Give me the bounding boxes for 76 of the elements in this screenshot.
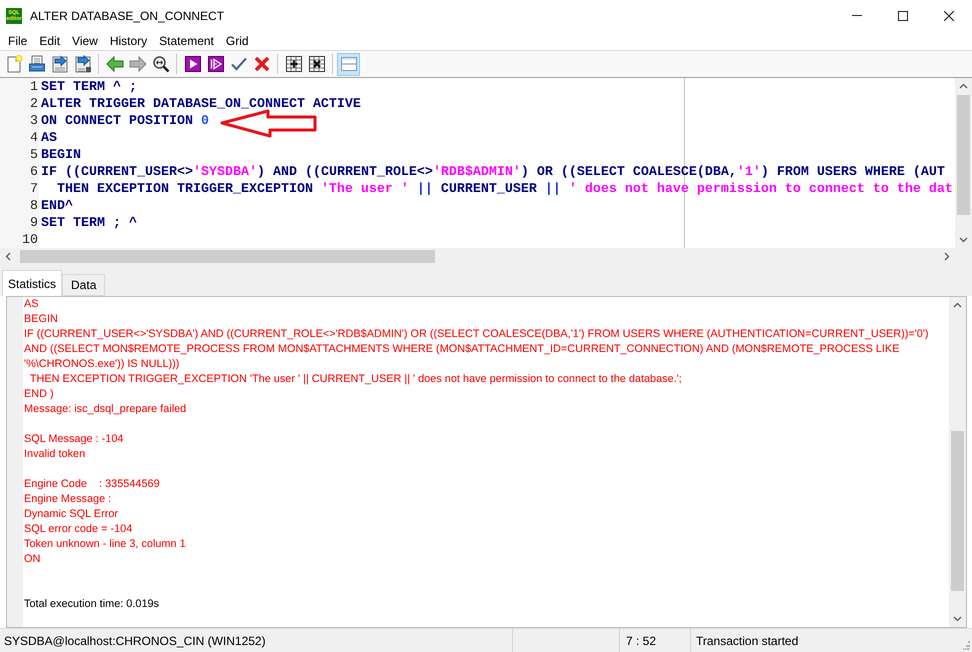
resize-grip-icon[interactable] [960,640,970,650]
menu-item[interactable]: Edit [33,31,66,50]
line-number: 2 [29,96,39,113]
scrollbar[interactable] [955,78,972,248]
scroll-down-icon[interactable] [953,614,962,623]
tab[interactable]: Data [62,274,106,296]
code-line: END^ [41,198,73,215]
cross-icon [252,55,270,73]
log-line: Total execution time: 0.019s [24,597,159,612]
menu-item[interactable]: History [104,31,154,50]
code-line: AS [41,130,57,147]
log-line: Engine Code : 335544569 [24,477,160,492]
scroll-up-icon[interactable] [953,301,962,310]
window-title: ALTER DATABASE_ON_CONNECT [30,8,224,22]
menu-item[interactable]: Grid [220,31,255,50]
right-arrow-icon [128,55,146,73]
checkmark-icon [230,55,248,73]
scrollbar-thumb[interactable] [957,95,970,215]
code-line: ALTER TRIGGER DATABASE_ON_CONNECT ACTIVE [41,96,361,113]
menu-item[interactable]: View [66,31,104,50]
line-number: 1 [29,79,39,96]
scroll-up-icon[interactable] [959,82,968,91]
line-number: 3 [29,113,39,130]
line-number: 5 [29,147,39,164]
log-line: AS [24,297,39,312]
line-number: 4 [29,130,39,147]
log-line: BEGIN [24,312,58,327]
grid-plus-icon [284,55,302,73]
log-line: '%\CHRONOS.exe')) IS NULL))) [24,357,180,372]
log-line: Engine Message : [24,492,112,507]
log-line: THEN EXCEPTION TRIGGER_EXCEPTION 'The user ' || CURRENT_USER || ' does not have permission to connect to the database.'; [28,372,682,387]
log-line: Message: isc_dsql_prepare failed [24,402,186,417]
scroll-down-icon[interactable] [959,235,968,244]
log-line: SQL Message : -104 [24,432,124,447]
play-step-icon [206,55,224,73]
code-line: SET TERM ^ ; [41,79,137,96]
log-line: AND ((SELECT MON$REMOTE_PROCESS FROM MON$ATTACHMENTS WHERE (MON$ATTACHMENT_ID=CURRENT_CONNECTION) AND (MON$REMOTE_PROCESS LIKE [24,342,900,357]
scroll-left-icon[interactable] [4,252,13,261]
scrollbar-thumb[interactable] [951,431,964,591]
menu-item[interactable]: Statement [153,31,220,50]
code-line: SET TERM ; ^ [41,215,137,232]
minimize-icon [852,15,862,16]
log-line: Invalid token [24,447,86,462]
log-line: ON [24,552,40,567]
code-line: IF ((CURRENT_USER<>'SYSDBA') AND ((CURRENT_ROLE<>'RDB$ADMIN') OR ((SELECT COALESCE(DBA,'1') FROM USERS WHERE (AUT [41,164,945,181]
play-icon [184,55,202,73]
scrollbar[interactable] [949,297,966,627]
line-number: 8 [29,198,39,215]
status-cursor-position: 7 : 52 [620,629,691,652]
code-editor[interactable] [0,77,972,265]
close-icon [944,10,954,20]
line-number: 9 [29,215,39,232]
log-line: Token unknown - line 3, column 1 [24,537,186,552]
status-connection: SYSDBA@localhost:CHRONOS_CIN (WIN1252) [0,629,513,652]
grid-cross-icon [308,55,326,73]
line-number: 6 [29,164,39,181]
code-line: BEGIN [41,147,81,164]
magnifier-icon [152,55,170,73]
log-line: SQL error code = -104 [24,522,132,537]
page-tray-icon [28,55,46,73]
line-number: 10 [21,232,39,248]
scroll-right-icon[interactable] [942,252,951,261]
maximize-icon [898,10,908,20]
log-line: END ) [24,387,54,402]
status-message: Transaction started [695,632,800,650]
split-panes-icon [340,55,358,73]
new-document-icon [4,55,22,73]
tab[interactable]: Statistics [2,270,62,296]
menu-item[interactable]: File [2,31,34,50]
code-line: ON CONNECT POSITION 0 [41,113,209,130]
log-line: Dynamic SQL Error [24,507,118,522]
left-arrow-icon [106,55,124,73]
line-number: 7 [29,181,39,198]
scrollbar-thumb[interactable] [20,250,435,263]
code-line: THEN EXCEPTION TRIGGER_EXCEPTION 'The user ' || CURRENT_USER || ' does not have permission to connect to the dat [56,181,953,198]
log-line: IF ((CURRENT_USER<>'SYSDBA') AND ((CURRENT_ROLE<>'RDB$ADMIN') OR ((SELECT COALESCE(DBA,'1') FROM USERS WHERE (AUTHENTICATION=CURRENT_USER))='0') [24,327,929,342]
